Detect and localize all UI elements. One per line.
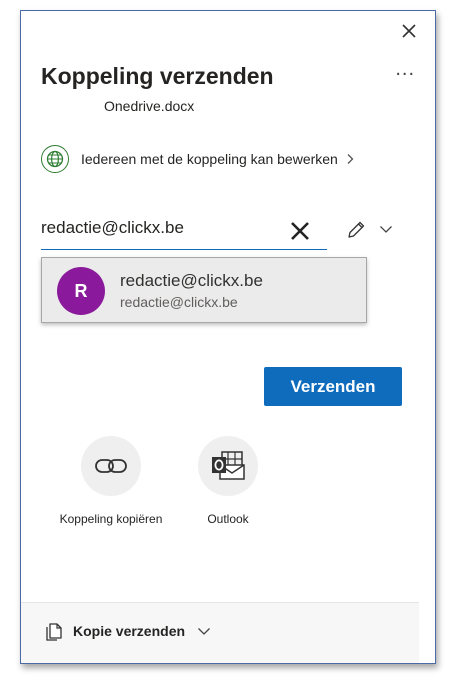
globe-icon <box>41 145 69 173</box>
close-button[interactable] <box>397 19 421 43</box>
outlook-icon <box>198 436 258 496</box>
close-icon <box>402 24 416 38</box>
recipient-field <box>41 214 327 250</box>
copy-icon <box>46 623 62 641</box>
outlook-action[interactable]: Outlook <box>168 436 288 526</box>
copy-link-action[interactable]: Koppeling kopiëren <box>51 436 171 526</box>
send-button[interactable]: Verzenden <box>264 367 402 406</box>
more-options-button[interactable]: ... <box>395 59 415 79</box>
chevron-down-icon <box>197 627 211 636</box>
permission-text: Iedereen met de koppeling kan bewerken <box>81 151 338 167</box>
footer: Kopie verzenden <box>21 602 419 663</box>
recipient-permission-dropdown[interactable] <box>345 219 393 241</box>
suggestion-name: redactie@clickx.be <box>120 271 263 290</box>
link-settings-button[interactable]: Iedereen met de koppeling kan bewerken <box>41 145 354 173</box>
copy-link-label: Koppeling kopiëren <box>59 512 163 526</box>
avatar: R <box>57 267 105 315</box>
dialog-title: Koppeling verzenden <box>41 63 274 89</box>
suggestion-email: redactie@clickx.be <box>120 294 238 310</box>
link-icon <box>81 436 141 496</box>
chevron-right-icon <box>346 153 354 165</box>
pencil-icon <box>348 221 365 238</box>
send-copy-button[interactable]: Kopie verzenden <box>45 621 211 641</box>
contact-suggestion[interactable]: R redactie@clickx.be redactie@clickx.be <box>41 257 367 323</box>
share-dialog: ... Koppeling verzenden Onedrive.docx Ie… <box>20 10 436 664</box>
clear-icon <box>291 222 309 240</box>
send-copy-label: Kopie verzenden <box>73 623 186 639</box>
clear-recipient-button[interactable] <box>289 220 311 242</box>
file-name: Onedrive.docx <box>104 98 195 114</box>
chevron-down-icon <box>379 221 393 239</box>
recipient-input[interactable] <box>41 214 271 238</box>
outlook-label: Outlook <box>207 512 249 526</box>
